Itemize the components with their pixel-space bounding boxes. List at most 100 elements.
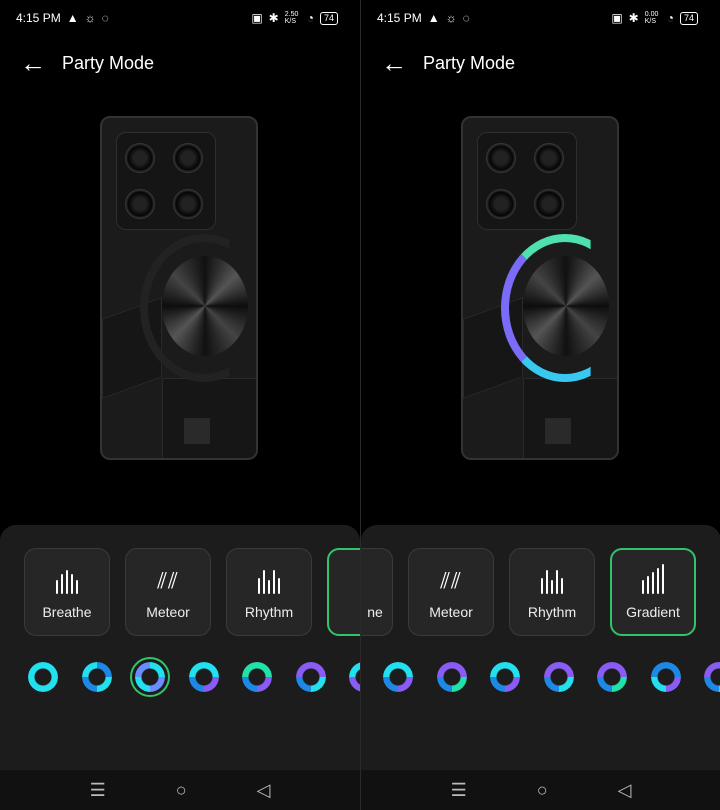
icon-bar bbox=[76, 580, 78, 594]
camera-lens bbox=[173, 143, 203, 173]
camera-lens bbox=[534, 189, 564, 219]
breathe-icon bbox=[56, 564, 78, 594]
battery-indicator: 74 bbox=[679, 11, 698, 25]
back-arrow-icon[interactable]: ← bbox=[381, 50, 423, 76]
rhythm-icon bbox=[258, 564, 280, 594]
effect-card-gr[interactable]: Gr bbox=[327, 548, 360, 636]
effect-label: Meteor bbox=[146, 604, 190, 620]
clock: 4:15 PM bbox=[377, 11, 422, 25]
color-swatch[interactable] bbox=[436, 662, 467, 692]
icon-bar bbox=[561, 578, 563, 594]
icon-bar bbox=[258, 578, 260, 594]
icon-bar bbox=[61, 574, 63, 594]
icon-bar bbox=[71, 574, 73, 594]
color-swatch[interactable] bbox=[295, 662, 326, 692]
color-swatch[interactable] bbox=[490, 662, 520, 692]
party-mode-panel-2: 4:15 PM ▲ ☼ ◌ ▣ ✱ 0.00 K/S ◔ 74 ← Party … bbox=[360, 0, 720, 810]
color-swatch[interactable] bbox=[242, 662, 272, 692]
brightness-icon: ☼ bbox=[445, 11, 457, 25]
clock: 4:15 PM bbox=[16, 11, 61, 25]
camera-lens bbox=[486, 189, 516, 219]
network-speed: 2.50 K/S bbox=[284, 11, 299, 25]
menu-icon[interactable]: ☰ bbox=[90, 780, 106, 801]
network-speed: 0.00 K/S bbox=[644, 11, 659, 25]
camera-lens bbox=[486, 143, 516, 173]
back-triangle-icon[interactable]: ◁ bbox=[257, 780, 271, 801]
home-icon[interactable]: ○ bbox=[176, 780, 187, 801]
effect-card-rhythm[interactable]: Rhythm bbox=[509, 548, 595, 636]
phone-preview bbox=[100, 116, 258, 460]
alert-icon: ▲ bbox=[427, 11, 440, 25]
back-triangle-icon[interactable]: ◁ bbox=[618, 780, 632, 801]
effects-sheet: ne ⫽⫽ Meteor Rhythm Gradient bbox=[361, 525, 720, 770]
camera-module bbox=[477, 132, 577, 230]
cooling-fan-disc bbox=[162, 256, 248, 356]
color-swatch[interactable] bbox=[543, 662, 574, 692]
rhythm-icon bbox=[541, 564, 563, 594]
color-swatch[interactable] bbox=[188, 662, 219, 692]
wifi-icon: ◔ bbox=[306, 11, 314, 25]
camera-lens bbox=[173, 189, 203, 219]
camera-lens bbox=[534, 143, 564, 173]
icon-bar bbox=[551, 580, 553, 594]
battery-indicator: 74 bbox=[319, 11, 338, 25]
effect-label: Gradient bbox=[626, 604, 680, 620]
logo-plate bbox=[184, 418, 210, 444]
color-swatch[interactable] bbox=[349, 662, 360, 692]
home-icon[interactable]: ○ bbox=[537, 780, 548, 801]
icon-bar bbox=[652, 572, 654, 594]
back-plate bbox=[162, 378, 256, 458]
icon-bar bbox=[278, 578, 280, 594]
effect-card-breathe[interactable]: Breathe bbox=[24, 548, 110, 636]
icon-bar bbox=[268, 580, 270, 594]
navigation-bar: ☰ ○ ◁ bbox=[361, 770, 720, 810]
color-swatch[interactable] bbox=[704, 662, 720, 692]
effect-card-ne[interactable]: ne bbox=[361, 548, 393, 636]
back-arrow-icon[interactable]: ← bbox=[20, 50, 62, 76]
effect-card-rhythm[interactable]: Rhythm bbox=[226, 548, 312, 636]
effect-card-meteor[interactable]: ⫽⫽ Meteor bbox=[408, 548, 494, 636]
color-swatch[interactable] bbox=[383, 662, 413, 692]
camera-lens bbox=[125, 143, 155, 173]
bluetooth-icon: ✱ bbox=[268, 11, 279, 25]
color-swatch[interactable] bbox=[650, 662, 681, 692]
effect-label: Breathe bbox=[42, 604, 92, 620]
icon-bar bbox=[657, 568, 659, 594]
color-swatch[interactable] bbox=[81, 662, 112, 692]
cooling-fan-disc bbox=[523, 256, 609, 356]
effect-card-gradient[interactable]: Gradient bbox=[610, 548, 696, 636]
back-plate bbox=[523, 378, 617, 458]
icon-bar bbox=[263, 570, 265, 594]
effects-sheet: Breathe ⫽⫽ Meteor Rhythm Gr bbox=[0, 525, 360, 770]
camera-lens bbox=[125, 189, 155, 219]
page-title: Party Mode bbox=[423, 52, 516, 73]
meteor-icon: ⫽⫽ bbox=[440, 568, 462, 593]
icon-bar bbox=[546, 570, 548, 594]
icon-bar bbox=[541, 578, 543, 594]
effect-label: Rhythm bbox=[244, 604, 294, 620]
gradient-icon bbox=[642, 564, 664, 594]
sync-icon: ◌ bbox=[101, 11, 109, 25]
camera-module bbox=[116, 132, 216, 230]
menu-icon[interactable]: ☰ bbox=[451, 780, 467, 801]
color-swatch[interactable] bbox=[28, 662, 58, 692]
icon-bar bbox=[647, 576, 649, 594]
alert-icon: ▲ bbox=[66, 11, 79, 25]
header: ← Party Mode bbox=[381, 50, 515, 76]
effect-card-meteor[interactable]: ⫽⫽ Meteor bbox=[125, 548, 211, 636]
icon-bar bbox=[66, 570, 68, 594]
color-swatch[interactable] bbox=[597, 662, 627, 692]
meteor-icon: ⫽⫽ bbox=[157, 568, 179, 593]
nfc-icon: ▣ bbox=[251, 11, 263, 25]
wifi-icon: ◔ bbox=[666, 11, 674, 25]
party-mode-panel-1: 4:15 PM ▲ ☼ ◌ ▣ ✱ 2.50 K/S ◔ 74 ← Party … bbox=[0, 0, 360, 810]
effect-label: Rhythm bbox=[527, 604, 577, 620]
status-bar: 4:15 PM ▲ ☼ ◌ ▣ ✱ 2.50 K/S ◔ 74 bbox=[16, 9, 344, 27]
nfc-icon: ▣ bbox=[611, 11, 623, 25]
icon-bar bbox=[556, 570, 558, 594]
status-bar: 4:15 PM ▲ ☼ ◌ ▣ ✱ 0.00 K/S ◔ 74 bbox=[377, 9, 704, 27]
selected-swatch-ring bbox=[130, 657, 170, 697]
navigation-bar: ☰ ○ ◁ bbox=[0, 770, 360, 810]
logo-plate bbox=[545, 418, 571, 444]
effect-label: ne bbox=[367, 604, 383, 620]
